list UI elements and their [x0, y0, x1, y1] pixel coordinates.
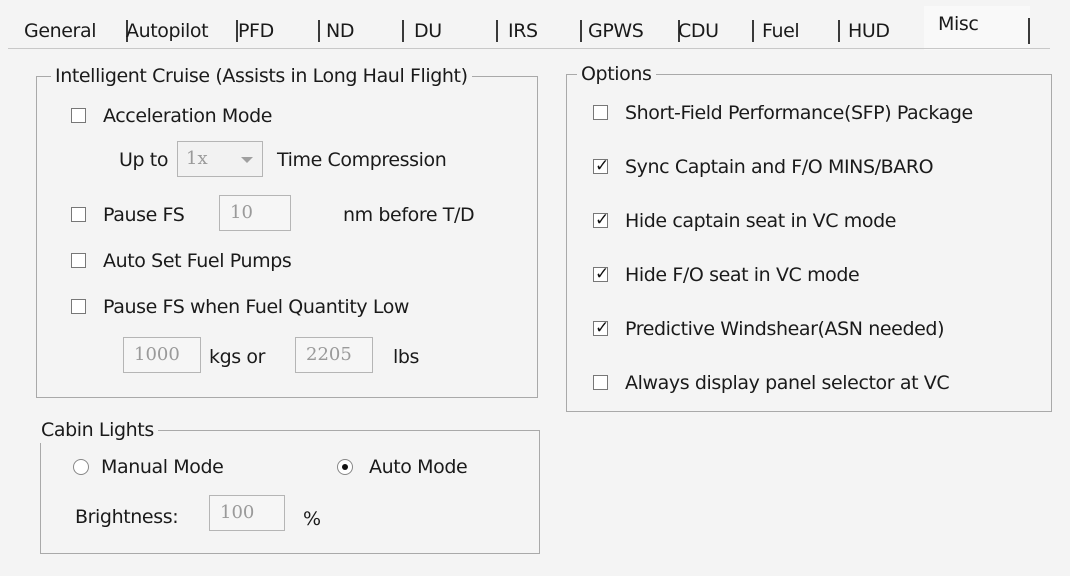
settings-window: General Autopilot PFD ND DU IRS GPWS CDU…: [0, 0, 1070, 576]
predictive-windshear-label: Predictive Windshear(ASN needed): [625, 318, 945, 340]
checkmark-icon: ✓: [595, 318, 610, 338]
tab-irs[interactable]: IRS: [508, 12, 580, 50]
auto-set-fuel-pumps-checkbox[interactable]: [71, 253, 86, 268]
checkmark-icon: ✓: [595, 210, 610, 230]
group-title: Cabin Lights: [37, 417, 158, 443]
tab-hud[interactable]: HUD: [838, 12, 920, 50]
brightness-label: Brightness:: [75, 506, 179, 528]
tab-strip: General Autopilot PFD ND DU IRS GPWS CDU…: [14, 6, 1050, 50]
kgs-or-label: kgs or: [209, 346, 266, 368]
tab-nd[interactable]: ND: [326, 12, 404, 50]
cabin-lights-group: Cabin Lights Manual Mode Auto Mode Brigh…: [37, 417, 540, 554]
auto-mode-label: Auto Mode: [369, 456, 468, 478]
sync-mins-baro-checkbox[interactable]: ✓: [593, 156, 609, 176]
group-title: Options: [577, 61, 656, 87]
pause-distance-field[interactable]: 10: [219, 195, 291, 231]
tab-gpws[interactable]: GPWS: [580, 12, 680, 50]
fuel-kgs-field[interactable]: 1000: [123, 337, 201, 373]
lbs-label: lbs: [393, 346, 420, 368]
pause-fuel-low-label: Pause FS when Fuel Quantity Low: [103, 296, 410, 318]
intelligent-cruise-group: Intelligent Cruise (Assists in Long Haul…: [36, 63, 538, 398]
sfp-package-checkbox[interactable]: [593, 105, 608, 120]
manual-mode-label: Manual Mode: [101, 456, 224, 478]
brightness-field[interactable]: 100: [209, 495, 285, 531]
acceleration-mode-label: Acceleration Mode: [103, 105, 273, 127]
up-to-label: Up to: [119, 149, 169, 171]
tab-label: IRS: [508, 20, 538, 42]
radio-selected-dot: [342, 464, 348, 470]
percent-label: %: [303, 508, 321, 530]
tab-label: GPWS: [588, 20, 644, 42]
nm-before-td-label: nm before T/D: [343, 204, 475, 226]
tab-du[interactable]: DU: [414, 12, 498, 50]
tab-label: CDU: [678, 20, 719, 42]
tab-label: ND: [326, 20, 355, 42]
tab-general[interactable]: General: [24, 12, 128, 50]
options-group: Options Short-Field Performance(SFP) Pac…: [566, 61, 1052, 412]
auto-set-fuel-pumps-label: Auto Set Fuel Pumps: [103, 250, 292, 272]
tab-fuel[interactable]: Fuel: [752, 12, 848, 50]
auto-mode-radio[interactable]: [337, 459, 353, 475]
fuel-lbs-field[interactable]: 2205: [295, 337, 373, 373]
pause-fs-checkbox[interactable]: [71, 207, 86, 222]
tab-label: Autopilot: [126, 20, 209, 42]
sync-mins-baro-label: Sync Captain and F/O MINS/BARO: [625, 156, 934, 178]
group-title: Intelligent Cruise (Assists in Long Haul…: [51, 63, 472, 89]
panel-selector-label: Always display panel selector at VC: [625, 372, 950, 394]
tab-label: Fuel: [762, 20, 800, 42]
tab-label: HUD: [848, 20, 890, 42]
acceleration-mode-checkbox[interactable]: [71, 108, 86, 123]
tab-autopilot[interactable]: Autopilot: [126, 12, 238, 50]
tab-misc[interactable]: Misc: [924, 6, 1030, 50]
dropdown-value: 1x: [186, 148, 208, 169]
checkmark-icon: ✓: [595, 264, 610, 284]
tab-panel-border: [8, 48, 1050, 49]
tab-label: DU: [414, 20, 442, 42]
manual-mode-radio[interactable]: [73, 459, 89, 475]
tab-label: General: [24, 20, 97, 42]
sfp-package-label: Short-Field Performance(SFP) Package: [625, 102, 973, 124]
hide-fo-seat-checkbox[interactable]: ✓: [593, 264, 609, 284]
time-compression-label: Time Compression: [277, 149, 447, 171]
predictive-windshear-checkbox[interactable]: ✓: [593, 318, 609, 338]
time-compression-dropdown[interactable]: 1x: [177, 141, 263, 177]
tab-cdu[interactable]: CDU: [678, 12, 758, 50]
hide-captain-seat-checkbox[interactable]: ✓: [593, 210, 609, 230]
hide-fo-seat-label: Hide F/O seat in VC mode: [625, 264, 860, 286]
hide-captain-seat-label: Hide captain seat in VC mode: [625, 210, 897, 232]
tab-label: PFD: [238, 20, 274, 42]
panel-selector-checkbox[interactable]: [593, 375, 608, 390]
pause-fs-label: Pause FS: [103, 204, 185, 226]
tab-label: Misc: [938, 13, 979, 35]
chevron-down-icon: [234, 146, 258, 172]
tab-pfd[interactable]: PFD: [238, 12, 320, 50]
checkmark-icon: ✓: [595, 156, 610, 176]
pause-fuel-low-checkbox[interactable]: [71, 299, 86, 314]
